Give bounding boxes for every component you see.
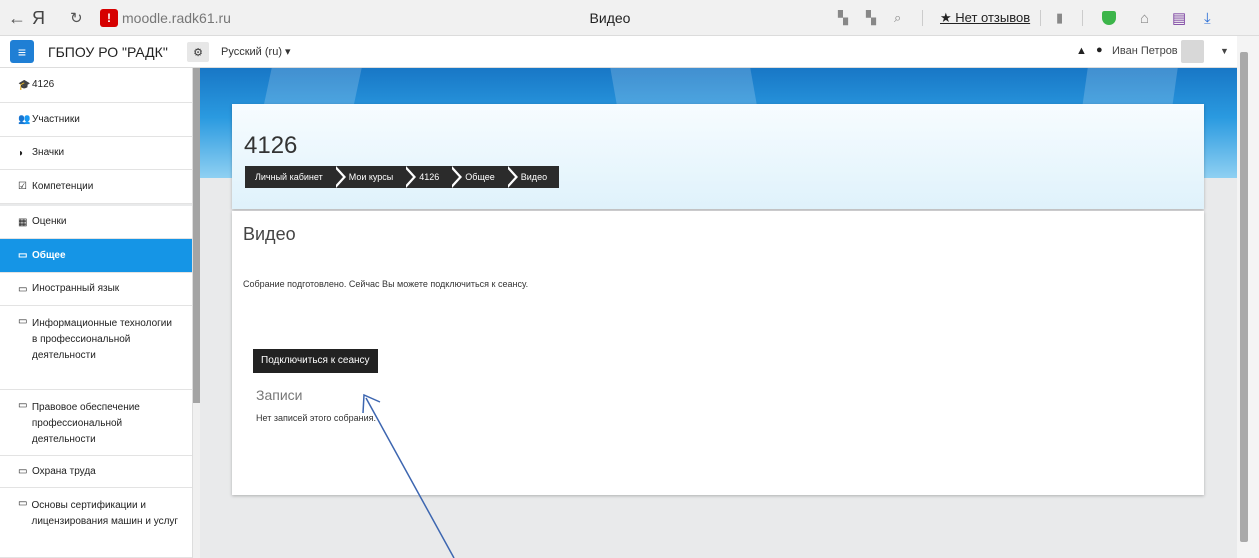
settings-cog-icon[interactable]: ⚙ [187, 42, 209, 62]
toolbar-divider [922, 10, 923, 26]
sidebar-item-certification[interactable]: ▭ Основы сертификации и лицензирования м… [0, 488, 192, 558]
address-bar[interactable]: ! moodle.radk61.ru [100, 0, 231, 36]
winrar-icon[interactable]: ▤ [1172, 0, 1186, 36]
download-icon[interactable]: ⤓ [1204, 0, 1211, 36]
sidebar-item-label: Информационные технологии в профессионал… [32, 318, 172, 361]
back-arrow-icon[interactable]: ← [8, 0, 26, 36]
graduation-cap-icon: 🎓 [18, 79, 31, 91]
toolbar-divider [1040, 10, 1041, 26]
sidebar-item-label: Общее [32, 249, 66, 261]
folder-icon: ▭ [18, 498, 28, 509]
page-title: 4126 [244, 132, 298, 159]
user-name[interactable]: Иван Петров [1112, 36, 1178, 68]
breadcrumb-arrow [403, 166, 414, 188]
breadcrumb-label: Личный кабинет [255, 172, 323, 182]
toolbar-divider [1082, 10, 1083, 26]
page-scrollbar-thumb[interactable] [1240, 52, 1248, 542]
sidebar-item-label: Основы сертификации и лицензирования маш… [31, 500, 179, 527]
breadcrumb: Личный кабинет Мои курсы 4126 Общее Виде… [245, 166, 560, 188]
course-sidebar: 🎓 4126 👥 Участники ◗ Значки ☑ Компетенци… [0, 68, 193, 558]
folder-icon: ▭ [18, 466, 28, 477]
activity-title: Видео [243, 224, 296, 244]
user-menu-caret-icon[interactable]: ▼ [1220, 46, 1229, 56]
breadcrumb-label: Мои курсы [348, 172, 394, 182]
breadcrumb-label: Общее [465, 172, 495, 182]
shield-icon[interactable] [1102, 11, 1116, 25]
folder-icon: ▭ [18, 316, 28, 327]
recordings-heading: Записи [256, 387, 303, 403]
sidebar-item-label: Оценки [32, 216, 67, 227]
browser-toolbar: ← Я ↻ ! moodle.radk61.ru Видео ▚ ▚ ⌕ ★ Н… [0, 0, 1259, 36]
breadcrumb-label: Видео [520, 172, 548, 182]
folder-icon: ▭ [18, 250, 28, 261]
sidebar-item-label: Охрана труда [32, 465, 96, 477]
users-icon: 👥 [18, 114, 31, 125]
folder-icon: ▭ [18, 283, 28, 295]
sidebar-scrollbar-thumb[interactable] [193, 68, 200, 403]
shield-icon: ◗ [18, 147, 25, 159]
recordings-empty-text: Нет записей этого собрания. [256, 413, 377, 423]
browser-logo[interactable]: Я [32, 0, 45, 36]
sidebar-item-badges[interactable]: ◗ Значки [0, 137, 192, 170]
sidebar-item-label: 4126 [32, 79, 55, 90]
breadcrumb-dashboard[interactable]: Личный кабинет [245, 166, 346, 188]
sidebar-item-label: Иностранный язык [32, 283, 120, 294]
main-content: Видео Собрание подготовлено. Сейчас Вы м… [232, 211, 1204, 495]
status-message: Собрание подготовлено. Сейчас Вы можете … [243, 279, 529, 289]
reload-icon[interactable]: ↻ [70, 0, 83, 36]
folder-icon: ▭ [18, 400, 28, 411]
search-icon[interactable]: ⌕ [894, 0, 901, 36]
sidebar-item-label: Правовое обеспечение профессиональной де… [31, 402, 140, 445]
sidebar-item-course[interactable]: 🎓 4126 [0, 68, 192, 103]
breadcrumb-label: 4126 [419, 172, 440, 182]
sidebar-item-label: Значки [32, 147, 65, 158]
page-header: 4126 Личный кабинет Мои курсы 4126 Общее… [232, 104, 1204, 209]
sidebar-item-label: Компетенции [32, 180, 94, 192]
avatar[interactable] [1181, 40, 1204, 63]
breadcrumb-arrow [332, 166, 343, 188]
sidebar-item-law[interactable]: ▭ Правовое обеспечение профессиональной … [0, 390, 192, 456]
breadcrumb-arrow [449, 166, 460, 188]
sidebar-item-it[interactable]: ▭ Информационные технологии в профессион… [0, 306, 192, 390]
bookmark-icon[interactable]: ▮ [1056, 0, 1063, 36]
chat-icon[interactable]: ● [1096, 44, 1103, 56]
language-menu[interactable]: Русский (ru) ▾ [221, 36, 291, 68]
join-session-button[interactable]: Подключиться к сеансу [253, 349, 378, 373]
sidebar-item-grades[interactable]: ▦ Оценки [0, 206, 192, 239]
address-text: moodle.radk61.ru [122, 10, 231, 26]
menu-toggle-button[interactable]: ≡ [10, 40, 34, 63]
site-navbar: ≡ ГБПОУ РО "РАДК" ⚙ Русский (ru) ▾ ▲ ● И… [0, 36, 1259, 68]
bell-icon[interactable]: ▲ [1076, 45, 1087, 57]
extensions-icon[interactable]: ⌂ [1140, 0, 1149, 36]
sidebar-item-foreign-language[interactable]: ▭ Иностранный язык [0, 273, 192, 306]
sidebar-item-label: Участники [32, 113, 80, 125]
site-name-link[interactable]: ГБПОУ РО "РАДК" [48, 36, 168, 68]
translate-icon[interactable]: ▚ [838, 0, 848, 36]
sidebar-item-competencies[interactable]: ☑ Компетенции [0, 170, 192, 204]
sidebar-item-general[interactable]: ▭ Общее [0, 239, 192, 273]
breadcrumb-arrow [504, 166, 515, 188]
browser-tab-title: Видео [589, 10, 631, 26]
reviews-link[interactable]: ★ Нет отзывов [940, 0, 1030, 36]
reader-icon[interactable]: ▚ [866, 0, 876, 36]
sidebar-item-safety[interactable]: ▭ Охрана труда [0, 456, 192, 488]
checkbox-icon: ☑ [18, 181, 27, 192]
warning-icon: ! [100, 9, 118, 27]
table-icon: ▦ [18, 216, 28, 228]
sidebar-item-participants[interactable]: 👥 Участники [0, 103, 192, 137]
